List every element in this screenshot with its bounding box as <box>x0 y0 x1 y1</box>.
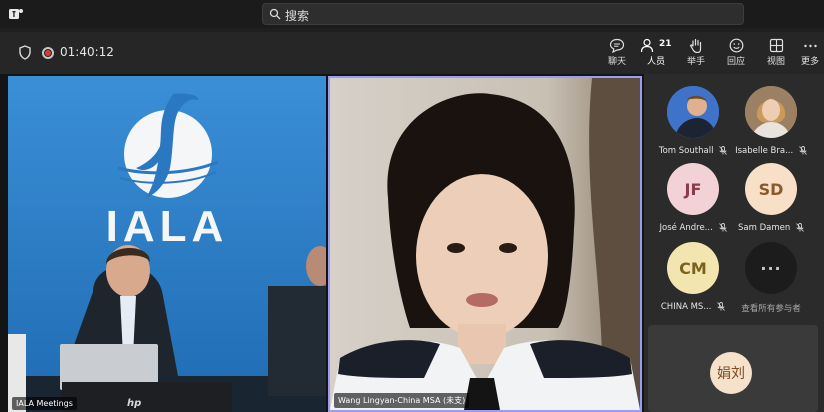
view-button[interactable]: 视图 <box>756 36 796 72</box>
people-count-badge: 21 <box>659 39 672 49</box>
participant-name: CHINA MS... <box>660 302 712 312</box>
raise-hand-icon <box>689 38 701 53</box>
shield-icon[interactable] <box>18 45 32 60</box>
raise-hand-button[interactable]: 举手 <box>676 36 716 72</box>
avatar: JF <box>667 163 719 215</box>
search-placeholder: 搜索 <box>285 9 310 23</box>
people-label: 人员 <box>646 57 665 67</box>
participant-isabelle-bra[interactable]: Isabelle Bra... <box>731 86 811 156</box>
title-bar: 搜索 <box>0 0 824 28</box>
grid-view-icon <box>769 38 783 53</box>
avatar-initials: 娟刘 <box>717 366 745 382</box>
more-button[interactable]: 更多 <box>796 36 824 72</box>
tile-name-speaker: Wang Lingyan-China MSA (未支) <box>334 393 470 408</box>
avatar-initials: JF <box>684 179 702 199</box>
participant-name: 查看所有参与者 <box>741 304 801 314</box>
participant-name: Tom Southall <box>658 146 714 156</box>
mic-muted-icon <box>718 223 727 232</box>
chat-icon <box>609 38 625 53</box>
more-glyph: ··· <box>760 258 782 278</box>
search-bar[interactable]: 搜索 <box>262 3 744 25</box>
meeting-timer: 01:40:12 <box>60 45 114 59</box>
ellipsis-icon <box>803 44 817 48</box>
react-button[interactable]: 回应 <box>716 36 756 72</box>
participant-tom-southall[interactable]: Tom Southall <box>653 86 733 156</box>
people-button[interactable]: 21 人员 <box>636 36 676 76</box>
mic-muted-icon <box>719 146 727 155</box>
avatar: CM <box>667 242 719 294</box>
search-icon <box>269 8 281 20</box>
speaker-video-icon <box>330 78 640 410</box>
raise-hand-label: 举手 <box>686 57 705 67</box>
participant-name: Isabelle Bra... <box>735 146 794 156</box>
chat-label: 聊天 <box>607 57 626 67</box>
meeting-toolbar: 01:40:12 聊天 21 人员 举手 回应 视图 更多 <box>0 32 824 76</box>
iala-wordmark: IALA <box>105 202 229 251</box>
avatar <box>745 86 797 138</box>
video-tile-iala[interactable]: IALA hp IALA Meetings <box>8 76 326 412</box>
avatar-initials: CM <box>679 258 707 278</box>
participant-sam-damen[interactable]: SD Sam Damen <box>731 163 811 233</box>
participant-name: José Andre... <box>659 223 713 233</box>
laptop-brand: hp <box>127 398 142 409</box>
view-all-participants-button[interactable]: ··· 查看所有参与者 <box>731 242 811 314</box>
avatar: 娟刘 <box>710 352 752 394</box>
participant-tile-liu[interactable]: 娟刘 <box>648 325 818 412</box>
person-photo-icon <box>667 86 719 138</box>
mic-muted-icon <box>796 223 804 232</box>
smiley-icon <box>729 38 743 53</box>
avatar <box>667 86 719 138</box>
mic-muted-icon <box>799 146 807 155</box>
participant-jose-andre[interactable]: JF José Andre... <box>653 163 733 233</box>
video-tile-speaker[interactable]: Wang Lingyan-China MSA (未支) <box>328 76 642 412</box>
recording-indicator-icon <box>42 47 54 59</box>
view-label: 视图 <box>766 57 785 67</box>
person-photo-icon <box>745 86 797 138</box>
tile-name-iala: IALA Meetings <box>12 397 77 410</box>
ellipsis-icon: ··· <box>745 242 797 294</box>
react-label: 回应 <box>726 57 745 67</box>
participant-name: Sam Damen <box>738 223 791 233</box>
avatar: SD <box>745 163 797 215</box>
participant-china-ms[interactable]: CM CHINA MS... <box>653 242 733 312</box>
more-label: 更多 <box>800 57 819 67</box>
people-icon <box>640 38 654 53</box>
chat-button[interactable]: 聊天 <box>597 36 637 72</box>
teams-logo-icon[interactable] <box>8 6 24 22</box>
avatar-initials: SD <box>758 179 784 199</box>
mic-muted-icon <box>717 302 725 311</box>
